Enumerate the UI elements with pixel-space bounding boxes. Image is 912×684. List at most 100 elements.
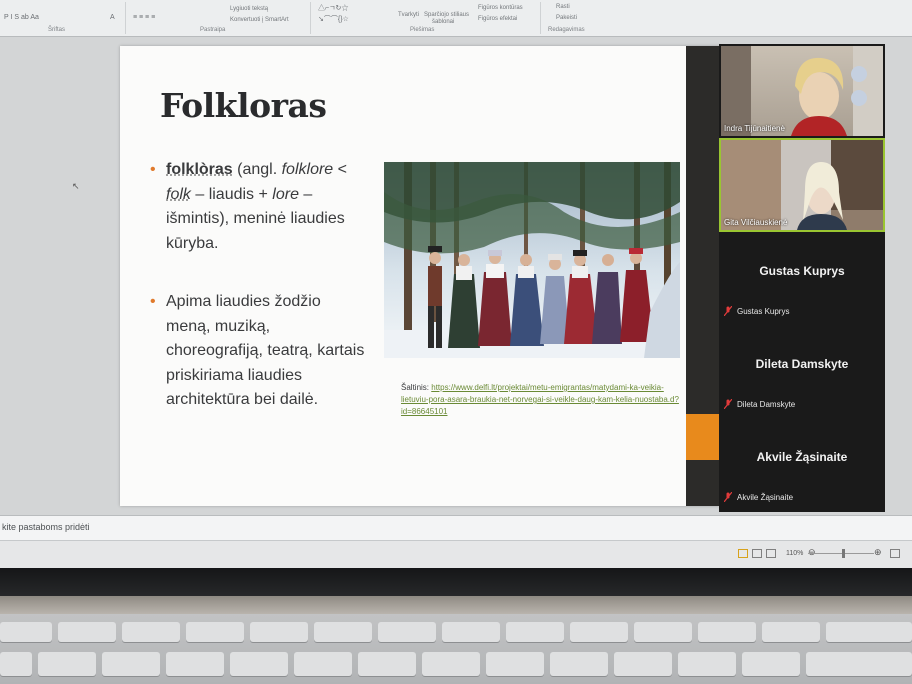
keyboard-key: [314, 622, 372, 642]
quick-styles-button-line2: šablonai: [432, 19, 455, 25]
slide-title[interactable]: Folkloras: [160, 86, 327, 125]
status-bar: 110% ⊖ ⊕: [0, 540, 912, 568]
keyboard-key: [486, 652, 544, 676]
convert-smartart-button[interactable]: Konvertuoti į SmartArt: [230, 17, 289, 23]
laptop-screen: P I S ab Aa A Šriftas ≡ ≡ ≡ ≡ Lygiuoti t…: [0, 0, 912, 568]
participants-panel: Indra Tijūnaitienė Gita Vilčiauskienė Gu…: [719, 44, 885, 512]
keyboard-key: [122, 622, 180, 642]
mic-muted-icon: [724, 399, 732, 409]
bullet1-italic-folk: folk: [166, 185, 191, 203]
source-label: Šaltinis:: [401, 383, 430, 392]
keyboard-key: [102, 652, 160, 676]
keyboard-key: [806, 652, 912, 676]
keyboard-key: [0, 652, 32, 676]
keyboard-key: [230, 652, 288, 676]
group-label-paragraph: Pastraipa: [200, 27, 226, 33]
notes-placeholder: kite pastaboms pridėti: [2, 522, 90, 532]
paragraph-align-icons[interactable]: ≡ ≡ ≡ ≡: [133, 14, 155, 21]
shapes-gallery-row2-icon[interactable]: ↘⌒⌒{}☆: [318, 14, 349, 24]
participant-video-tile-active[interactable]: Gita Vilčiauskienė: [719, 138, 885, 232]
shape-outline-button[interactable]: Figūros kontūras: [478, 5, 523, 11]
keyboard-key: [634, 622, 692, 642]
participant-video-tile[interactable]: Indra Tijūnaitienė: [721, 46, 883, 136]
normal-view-icon[interactable]: [738, 549, 748, 558]
participant-label: Gustas Kuprys: [737, 307, 790, 316]
align-text-button[interactable]: Lygiuoti tekstą: [230, 6, 268, 12]
shape-effects-button[interactable]: Figūros efektai: [478, 16, 517, 22]
current-slide[interactable]: Folkloras • folklòras (angl. folklore < …: [120, 46, 720, 506]
keyboard-key: [294, 652, 352, 676]
zoom-slider-knob[interactable]: [842, 549, 845, 558]
keyboard-key: [422, 652, 480, 676]
group-label-editing: Redagavimas: [548, 27, 585, 33]
keyboard-key: [358, 652, 416, 676]
participant-video-feed: [721, 46, 883, 136]
bullet1-italic-folklore: folklore: [281, 161, 334, 178]
zoom-in-icon[interactable]: ⊕: [874, 547, 882, 558]
slide-sorter-icon[interactable]: [752, 549, 762, 558]
mouse-cursor-icon: ↖: [72, 181, 80, 191]
mic-muted-icon: [724, 306, 732, 316]
keyboard-key: [38, 652, 96, 676]
keyboard-key: [742, 652, 800, 676]
keyboard-key: [762, 622, 820, 642]
reading-view-icon[interactable]: [766, 549, 776, 558]
keyboard-key: [0, 622, 52, 642]
keyboard-key: [378, 622, 436, 642]
participant-name: Gita Vilčiauskienė: [724, 218, 788, 227]
participant-tile-no-video[interactable]: Akvile Žąsinaite Akvile Žąsinaite: [721, 420, 883, 510]
keyboard-key: [826, 622, 912, 642]
keyboard-key: [550, 652, 608, 676]
fit-to-window-icon[interactable]: [890, 549, 900, 558]
arrange-button[interactable]: Tvarkyti: [398, 12, 419, 18]
group-label-drawing: Piešimas: [410, 27, 435, 33]
keyboard-key: [570, 622, 628, 642]
laptop-bezel: [0, 568, 912, 596]
source-link[interactable]: https://www.delfi.lt/projektai/metu-emig…: [401, 383, 679, 416]
bullet2-text: Apima liaudies žodžio meną, muziką, chor…: [166, 293, 365, 408]
bullet-scope[interactable]: • Apima liaudies žodžio meną, muziką, ch…: [150, 290, 366, 413]
bullet1-text-1: (angl.: [232, 161, 282, 178]
keyboard-key: [58, 622, 116, 642]
replace-button[interactable]: Pakeisti: [556, 15, 577, 21]
bullet1-text-3: – liaudis +: [190, 185, 273, 203]
image-source-citation: Šaltinis: https://www.delfi.lt/projektai…: [401, 382, 691, 418]
folk-ensemble-illustration: [384, 162, 680, 358]
bullet-definition[interactable]: • folklòras (angl. folklore < folk – lia…: [150, 158, 366, 256]
shapes-gallery-icon[interactable]: △⌐ㄱ↻☆: [318, 3, 348, 13]
participant-tile-no-video[interactable]: Dileta Damskyte Dileta Damskyte: [721, 327, 883, 417]
keyboard-key: [250, 622, 308, 642]
quick-styles-button[interactable]: Sparčiojo stiliaus: [424, 12, 469, 18]
keyboard-key: [166, 652, 224, 676]
participant-label: Dileta Damskyte: [737, 400, 796, 409]
laptop-keyboard: [0, 614, 912, 684]
keyboard-key: [698, 622, 756, 642]
ribbon: P I S ab Aa A Šriftas ≡ ≡ ≡ ≡ Lygiuoti t…: [0, 0, 912, 37]
participant-video-feed: [721, 140, 883, 230]
keyboard-key: [506, 622, 564, 642]
participant-tile-no-video[interactable]: Gustas Kuprys Gustas Kuprys: [721, 234, 883, 324]
laptop-hinge: [0, 596, 912, 614]
find-button[interactable]: Rasti: [556, 4, 570, 10]
keyboard-key: [186, 622, 244, 642]
participant-label: Akvile Žąsinaite: [737, 493, 794, 502]
keyboard-key: [678, 652, 736, 676]
bullet1-italic-lore: lore: [272, 185, 299, 203]
bullet1-text-2: <: [333, 161, 347, 178]
term-folkloras: folklòras: [166, 161, 233, 178]
speaker-notes-pane[interactable]: kite pastaboms pridėti: [0, 515, 912, 540]
participant-display-name: Akvile Žąsinaite: [756, 450, 848, 464]
group-label-font: Šriftas: [48, 27, 66, 33]
zoom-slider[interactable]: [808, 553, 874, 554]
folk-ensemble-photo[interactable]: [384, 162, 680, 358]
font-format-icons[interactable]: P I S ab Aa: [4, 14, 39, 21]
bullet-dot-icon: •: [150, 161, 156, 178]
mic-muted-icon: [724, 492, 732, 502]
zoom-level: 110%: [786, 550, 804, 557]
participant-display-name: Dileta Damskyte: [755, 357, 849, 371]
participant-name: Indra Tijūnaitienė: [724, 124, 785, 133]
bullet-dot-icon: •: [150, 293, 156, 310]
keyboard-key: [614, 652, 672, 676]
font-color-icon[interactable]: A: [110, 14, 115, 21]
participant-display-name: Gustas Kuprys: [759, 264, 845, 278]
